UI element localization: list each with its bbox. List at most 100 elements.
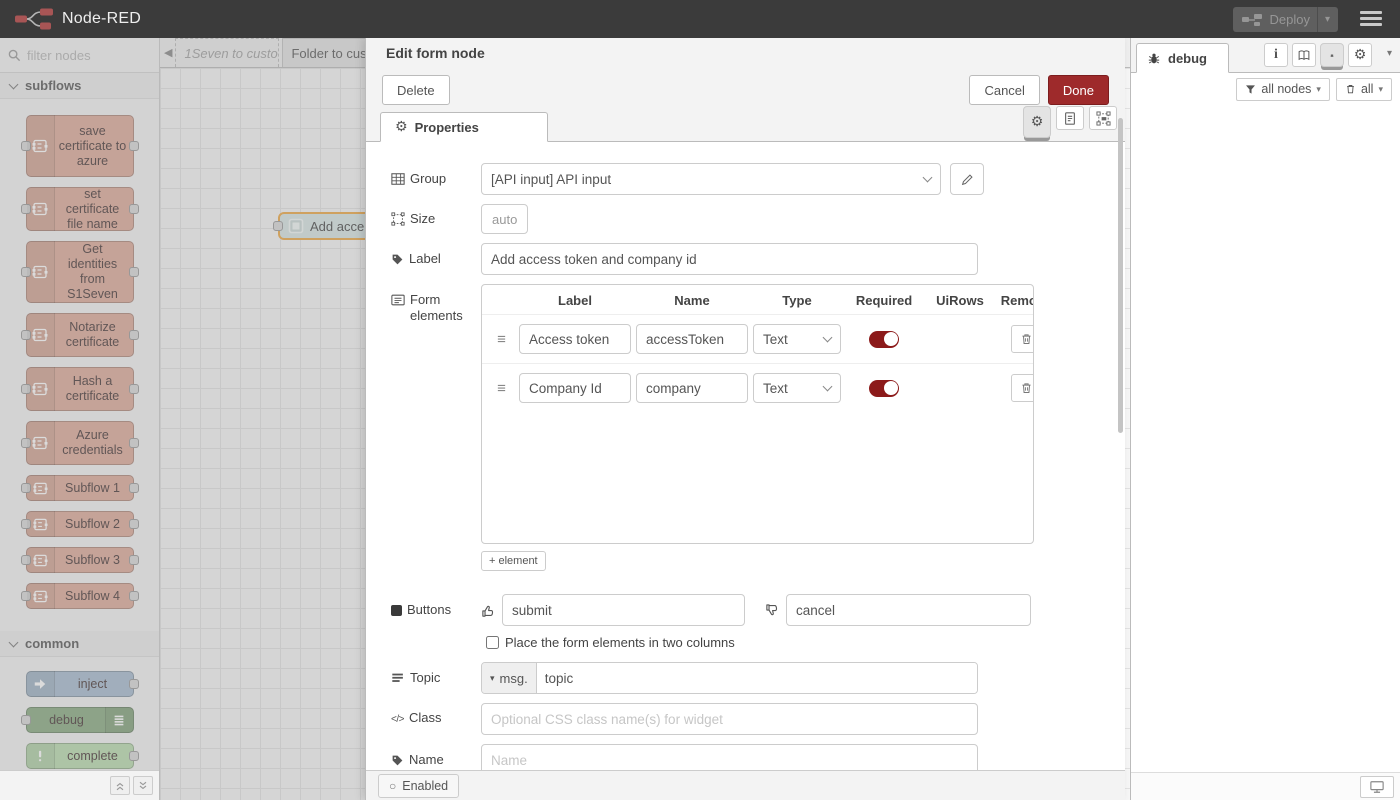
edit-properties-button[interactable]: ⚙ (1023, 106, 1051, 138)
palette-node-label: Subflow 4 (57, 589, 129, 604)
edit-group-button[interactable] (950, 163, 984, 195)
node-output-port[interactable] (129, 555, 139, 565)
size-icon (391, 212, 405, 226)
node-output-port[interactable] (129, 330, 139, 340)
palette-node-get-identities[interactable]: Get identities from S1Seven (26, 241, 134, 303)
tab-scroll-left-icon[interactable]: ◀ (164, 46, 172, 59)
tag-icon (391, 253, 404, 266)
inject-icon (27, 671, 55, 697)
node-output-port[interactable] (129, 519, 139, 529)
size-auto-button[interactable]: auto (481, 204, 528, 234)
node-enabled-button[interactable]: ○ Enabled (378, 774, 459, 798)
tab-properties[interactable]: ⚙ Properties (380, 112, 548, 142)
element-label-input[interactable] (519, 324, 631, 354)
cancel-button[interactable]: Cancel (969, 75, 1039, 105)
debug-filter-button[interactable]: all nodes ▾ (1236, 78, 1330, 101)
palette-node-complete[interactable]: complete (26, 743, 134, 769)
palette-node-notarize[interactable]: Notarize certificate (26, 313, 134, 357)
element-name-input[interactable] (636, 324, 748, 354)
node-output-port[interactable] (129, 141, 139, 151)
palette-node-subflow-4[interactable]: Subflow 4 (26, 583, 134, 609)
palette-node-subflow-1[interactable]: Subflow 1 (26, 475, 134, 501)
category-label: subflows (25, 78, 81, 93)
cancel-button-input[interactable] (786, 594, 1031, 626)
group-select[interactable]: [API input] API input (481, 163, 941, 195)
class-input[interactable] (481, 703, 978, 735)
palette-node-subflow-3[interactable]: Subflow 3 (26, 547, 134, 573)
two-columns-label: Place the form elements in two columns (505, 635, 735, 650)
two-columns-checkbox[interactable] (486, 636, 499, 649)
topic-input[interactable] (537, 663, 977, 693)
palette-node-inject[interactable]: inject (26, 671, 134, 697)
sidebar-tabs: debug i ⚙ ▾ (1131, 38, 1400, 73)
node-output-port[interactable] (129, 483, 139, 493)
palette-node-save-certificate[interactable]: save certificate to azure (26, 115, 134, 177)
submit-button-input[interactable] (502, 594, 745, 626)
field-row-topic: Topic ▾ msg. (391, 662, 1125, 694)
node-output-port[interactable] (129, 591, 139, 601)
typed-input-type-button[interactable]: ▾ msg. (482, 663, 537, 693)
node-output-port[interactable] (129, 204, 139, 214)
label-label: Label (391, 251, 481, 267)
done-button[interactable]: Done (1048, 75, 1109, 105)
clear-label: all (1361, 82, 1374, 96)
sidebar-config-button[interactable]: ⚙ (1348, 43, 1372, 67)
sidebar-help-button[interactable] (1292, 43, 1316, 67)
node-output-port[interactable] (129, 438, 139, 448)
remove-element-button[interactable] (1011, 374, 1034, 402)
node-output-port[interactable] (129, 751, 139, 761)
drag-handle-icon[interactable]: ≡ (488, 331, 514, 348)
add-element-button[interactable]: + element (481, 551, 546, 571)
tab-debug[interactable]: debug (1136, 43, 1229, 73)
name-input[interactable] (481, 744, 978, 770)
element-name-input[interactable] (636, 373, 748, 403)
palette-node-label: Subflow 2 (57, 517, 129, 532)
tag-icon (391, 754, 404, 767)
palette-node-debug[interactable]: debug (26, 707, 134, 733)
sidebar-debug-button[interactable] (1320, 43, 1344, 67)
deploy-caret-icon[interactable]: ▾ (1325, 14, 1330, 25)
delete-button[interactable]: Delete (382, 75, 450, 105)
palette-category-subflows[interactable]: subflows (0, 73, 159, 99)
palette-node-hash[interactable]: Hash a certificate (26, 367, 134, 411)
node-output-port[interactable] (129, 267, 139, 277)
expand-all-button[interactable] (133, 776, 153, 795)
two-columns-row: Place the form elements in two columns (486, 635, 1125, 650)
debug-clear-button[interactable]: all ▾ (1336, 78, 1392, 101)
label-input[interactable] (481, 243, 978, 275)
palette-category-common[interactable]: common (0, 631, 159, 657)
node-output-port[interactable] (129, 679, 139, 689)
required-toggle[interactable] (869, 331, 899, 348)
node-output-port[interactable] (129, 384, 139, 394)
sidebar-info-button[interactable]: i (1264, 43, 1288, 67)
edit-description-button[interactable] (1056, 106, 1084, 130)
node-input-port[interactable] (21, 715, 31, 725)
subflow-icon (27, 583, 55, 609)
element-type-select[interactable]: Text (753, 324, 841, 354)
col-remove: Remove (998, 293, 1034, 308)
gear-icon: ⚙ (1354, 47, 1367, 63)
element-label-input[interactable] (519, 373, 631, 403)
subflow-icon (27, 115, 55, 177)
main-menu-icon[interactable] (1360, 11, 1382, 29)
right-sidebar: debug i ⚙ ▾ all nodes ▾ all ▾ (1130, 38, 1400, 800)
element-type-select[interactable]: Text (753, 373, 841, 403)
palette-node-set-certificate-name[interactable]: set certificate file name (26, 187, 134, 231)
tray-scrollbar[interactable] (1118, 118, 1123, 433)
group-label: Group (391, 171, 481, 187)
app-header: Node-RED Deploy ▾ (0, 0, 1400, 38)
remove-element-button[interactable] (1011, 325, 1034, 353)
required-toggle[interactable] (869, 380, 899, 397)
open-debug-window-button[interactable] (1360, 776, 1394, 798)
palette-node-subflow-2[interactable]: Subflow 2 (26, 511, 134, 537)
pencil-icon (961, 173, 974, 186)
node-input-port[interactable] (273, 221, 283, 231)
sidebar-menu-caret-icon[interactable]: ▾ (1387, 48, 1392, 59)
edit-appearance-button[interactable] (1089, 106, 1117, 130)
collapse-all-button[interactable] (110, 776, 130, 795)
drag-handle-icon[interactable]: ≡ (488, 380, 514, 397)
flow-tab-1[interactable]: 1Seven to custo (175, 38, 279, 67)
deploy-button[interactable]: Deploy ▾ (1233, 7, 1339, 32)
palette-node-azure-credentials[interactable]: Azure credentials (26, 421, 134, 465)
palette-filter-input[interactable] (27, 48, 142, 63)
